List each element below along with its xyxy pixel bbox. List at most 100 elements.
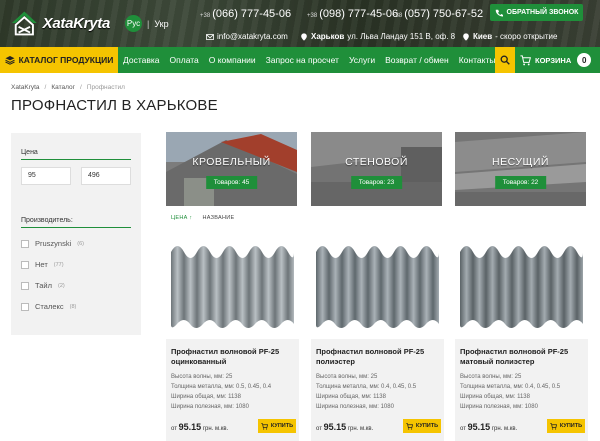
product-info: Профнастил волновой PF-25 полиэстер Высо…: [311, 339, 444, 441]
mail-icon: [206, 33, 214, 40]
price-min-input[interactable]: 95: [21, 167, 71, 185]
nav-links: Доставка Оплата О компании Запрос на про…: [118, 47, 500, 73]
sort-by-name[interactable]: НАЗВАНИЕ: [202, 215, 234, 221]
product-info: Профнастил волновой PF-25 оцинкованный В…: [166, 339, 299, 441]
product-info: Профнастил волновой PF-25 матовый полиэс…: [455, 339, 588, 441]
product-price: от 95.15 грн. м.кв.: [171, 422, 229, 432]
filter-sidebar: Цена 95 496 Производитель: Pruszynski (6…: [11, 133, 141, 335]
product-spec: Толщина металла, мм: 0.4, 0.45, 0.5: [316, 384, 417, 390]
breadcrumb-separator: /: [80, 84, 82, 91]
callback-button[interactable]: ОБРАТНЫЙ ЗВОНОК: [490, 4, 583, 21]
product-spec: Ширина общая, мм: 1138: [460, 394, 530, 400]
language-switcher: Рус | Укр: [125, 15, 169, 32]
address-kharkiv: Харьков ул. Льва Ландау 151 В, оф. 8: [300, 32, 455, 41]
product-image: [316, 246, 439, 328]
lang-uk[interactable]: Укр: [154, 19, 168, 29]
cart-icon: [550, 422, 557, 430]
product-name[interactable]: Профнастил волновой PF-25 оцинкованный: [171, 347, 296, 367]
category-tile-roofing[interactable]: КРОВЕЛЬНЫЙ Товаров: 45: [166, 132, 297, 206]
price-max-input[interactable]: 496: [81, 167, 131, 185]
nav-item-delivery[interactable]: Доставка: [118, 55, 165, 65]
lang-separator: |: [147, 18, 150, 29]
breadcrumb: XataKryta / Каталог / Профнастил: [11, 84, 125, 91]
category-title: НЕСУЩИЙ: [492, 156, 549, 168]
sort-bar: ЦЕНА ↑ НАЗВАНИЕ: [171, 215, 235, 221]
email-link[interactable]: info@xatakryta.com: [206, 32, 288, 41]
brand-checkbox-pruszynski[interactable]: Pruszynski (6): [21, 239, 84, 248]
category-title: КРОВЕЛЬНЫЙ: [192, 156, 271, 168]
lang-ru[interactable]: Рус: [125, 15, 142, 32]
product-name[interactable]: Профнастил волновой PF-25 матовый полиэс…: [460, 347, 585, 367]
product-card[interactable]: Профнастил волновой PF-25 полиэстер Высо…: [311, 232, 444, 441]
product-card[interactable]: Профнастил волновой PF-25 оцинкованный В…: [166, 232, 299, 441]
buy-button[interactable]: КУПИТЬ: [258, 419, 296, 433]
product-spec: Ширина полезная, мм: 1080: [460, 404, 538, 410]
product-price: от 95.15 грн. м.кв.: [316, 422, 374, 432]
logo-icon: [11, 11, 37, 36]
category-count-badge: Товаров: 22: [494, 176, 547, 189]
category-tile-wall[interactable]: СТЕНОВОЙ Товаров: 23: [311, 132, 442, 206]
site-header: XataKryta Рус | Укр +38 (066) 777-45-06 +…: [0, 0, 600, 47]
product-spec: Толщина металла, мм: 0.5, 0.45, 0.4: [171, 384, 272, 390]
cart-button[interactable]: КОРЗИНА 0: [520, 47, 592, 73]
logo-text: XataKryta: [42, 14, 111, 32]
product-spec: Толщина металла, мм: 0.4, 0.45, 0.5: [460, 384, 561, 390]
product-spec: Высота волны, мм: 25: [460, 374, 522, 380]
checkbox[interactable]: [21, 260, 29, 269]
phone-2[interactable]: +38 (098) 777-45-06: [307, 8, 398, 20]
phone-1[interactable]: +38 (066) 777-45-06: [200, 8, 291, 20]
product-spec: Высота волны, мм: 25: [171, 374, 233, 380]
maker-filter-label: Производитель:: [21, 217, 73, 224]
cart-count-badge: 0: [577, 53, 592, 67]
nav-item-contacts[interactable]: Контакты: [454, 55, 501, 65]
category-title: СТЕНОВОЙ: [345, 156, 408, 168]
brand-checkbox-staleks[interactable]: Сталекс (8): [21, 302, 76, 311]
cart-icon: [406, 422, 413, 430]
site-logo[interactable]: XataKryta: [10, 6, 110, 40]
brand-checkbox-none[interactable]: Нет (77): [21, 260, 64, 269]
breadcrumb-separator: /: [44, 84, 47, 91]
brand-checkbox-tile[interactable]: Тайл (2): [21, 281, 65, 290]
product-spec: Высота волны, мм: 25: [316, 374, 378, 380]
sort-by-price[interactable]: ЦЕНА ↑: [171, 215, 192, 221]
roofing-photo: [166, 132, 297, 206]
load-bearing-photo: [455, 132, 586, 206]
phone-3[interactable]: +38 (057) 750-67-52: [392, 8, 483, 20]
product-card[interactable]: Профнастил волновой PF-25 матовый полиэс…: [455, 232, 588, 441]
buy-button[interactable]: КУПИТЬ: [403, 419, 441, 433]
main-nav: КАТАЛОГ ПРОДУКЦИИ Доставка Оплата О комп…: [0, 47, 600, 73]
layers-icon: [4, 56, 15, 65]
product-spec: Ширина общая, мм: 1138: [316, 394, 386, 400]
checkbox[interactable]: [21, 239, 29, 248]
breadcrumb-current: Профнастил: [86, 84, 125, 91]
product-spec: Ширина полезная, мм: 1080: [316, 404, 394, 410]
location-icon: [463, 32, 469, 41]
nav-item-returns[interactable]: Возврат / обмен: [380, 55, 454, 65]
checkbox[interactable]: [21, 302, 29, 311]
nav-item-services[interactable]: Услуги: [344, 55, 380, 65]
search-button[interactable]: [495, 47, 515, 73]
category-tile-load-bearing[interactable]: НЕСУЩИЙ Товаров: 22: [455, 132, 586, 206]
checkbox[interactable]: [21, 281, 29, 290]
cart-icon: [520, 54, 531, 65]
product-image: [171, 246, 294, 328]
breadcrumb-home[interactable]: XataKryta: [11, 84, 40, 91]
buy-button[interactable]: КУПИТЬ: [547, 419, 585, 433]
wall-photo: [311, 132, 442, 206]
product-price: от 95.15 грн. м.кв.: [460, 422, 518, 432]
nav-item-quote-request[interactable]: Запрос на просчет: [261, 55, 344, 65]
phone-icon: [495, 9, 503, 16]
product-name[interactable]: Профнастил волновой PF-25 полиэстер: [316, 347, 441, 367]
nav-item-about[interactable]: О компании: [204, 55, 261, 65]
catalog-menu-button[interactable]: КАТАЛОГ ПРОДУКЦИИ: [0, 47, 118, 73]
search-icon: [500, 55, 510, 65]
price-filter-label: Цена: [21, 149, 38, 156]
breadcrumb-catalog[interactable]: Каталог: [51, 84, 75, 91]
price-filter-divider: [21, 159, 131, 160]
page-title: ПРОФНАСТИЛ В ХАРЬКОВЕ: [11, 97, 218, 114]
product-image: [460, 246, 583, 328]
product-spec: Ширина полезная, мм: 1080: [171, 404, 249, 410]
category-count-badge: Товаров: 45: [205, 176, 258, 189]
maker-filter-divider: [21, 227, 131, 228]
nav-item-payment[interactable]: Оплата: [165, 55, 204, 65]
